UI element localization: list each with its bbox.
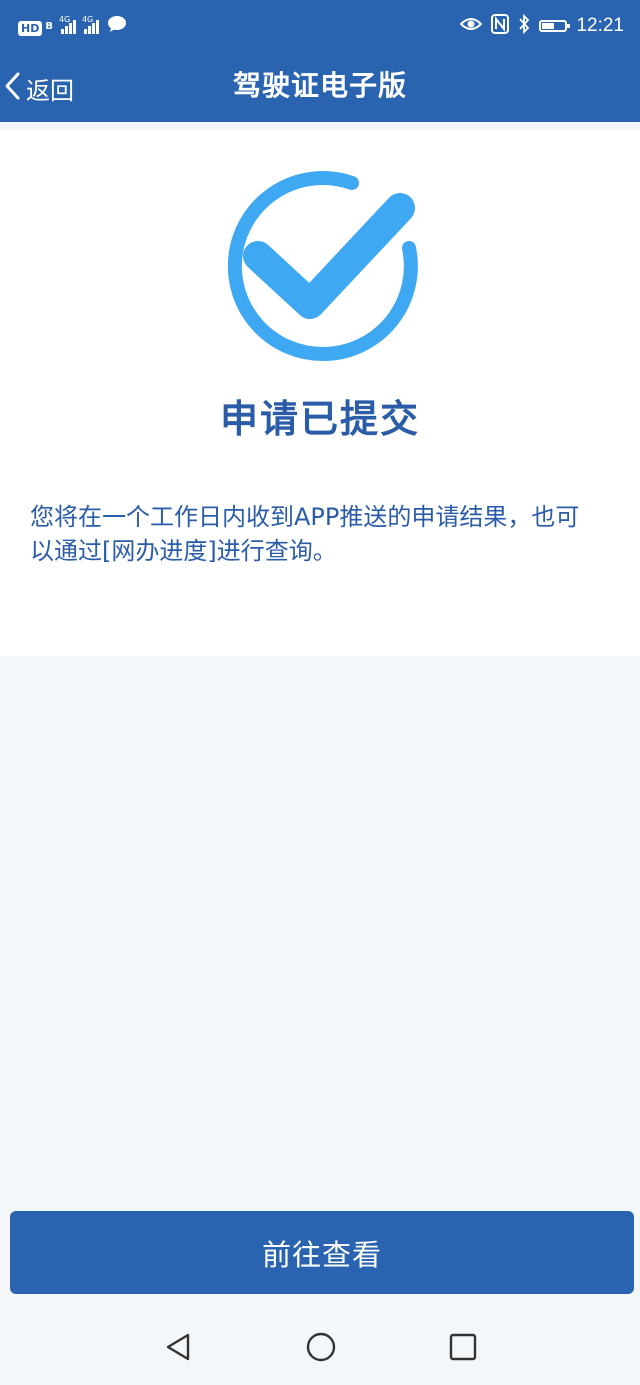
screen: HD B 4G 4G 12:21 返回 驾驶证电子版 申请已提交 您将在一个工作…: [0, 0, 640, 1385]
hd-sub-label: B: [45, 20, 53, 32]
hd-icon: HD: [18, 17, 43, 36]
hd-badge: HD: [18, 20, 43, 36]
bluetooth-icon: [518, 13, 530, 38]
result-card: 申请已提交 您将在一个工作日内收到APP推送的申请结果，也可以通过[网办进度]进…: [0, 130, 640, 656]
eye-icon: [460, 16, 483, 36]
status-bar: HD B 4G 4G 12:21: [0, 0, 640, 54]
home-circle-icon[interactable]: [304, 1330, 338, 1364]
signal-icon: 4G: [58, 15, 76, 34]
signal-tag: 4G: [81, 15, 94, 24]
chevron-left-icon: [4, 71, 22, 105]
nfc-icon: [491, 14, 510, 38]
status-right: 12:21: [460, 12, 624, 40]
signal-tag: 4G: [58, 15, 71, 24]
status-time: 12:21: [576, 15, 624, 36]
signal-icon: 4G: [81, 15, 99, 34]
system-nav-bar: [0, 1310, 640, 1385]
message-icon: [107, 15, 127, 37]
header-bar: 返回 驾驶证电子版: [0, 54, 640, 122]
battery-icon: [539, 20, 571, 32]
back-button[interactable]: 返回: [0, 54, 88, 122]
status-left: HD B 4G 4G: [18, 14, 127, 38]
recents-square-icon[interactable]: [446, 1330, 480, 1364]
back-label: 返回: [26, 76, 74, 105]
back-triangle-icon[interactable]: [162, 1330, 196, 1364]
page-title: 驾驶证电子版: [232, 69, 407, 102]
battery-fill: [542, 23, 555, 29]
result-description: 您将在一个工作日内收到APP推送的申请结果，也可以通过[网办进度]进行查询。: [30, 503, 580, 565]
view-button-label: 前往查看: [261, 1237, 382, 1272]
view-button[interactable]: 前往查看: [10, 1211, 634, 1294]
check-circle-icon: [224, 168, 420, 364]
result-title: 申请已提交: [219, 397, 420, 441]
